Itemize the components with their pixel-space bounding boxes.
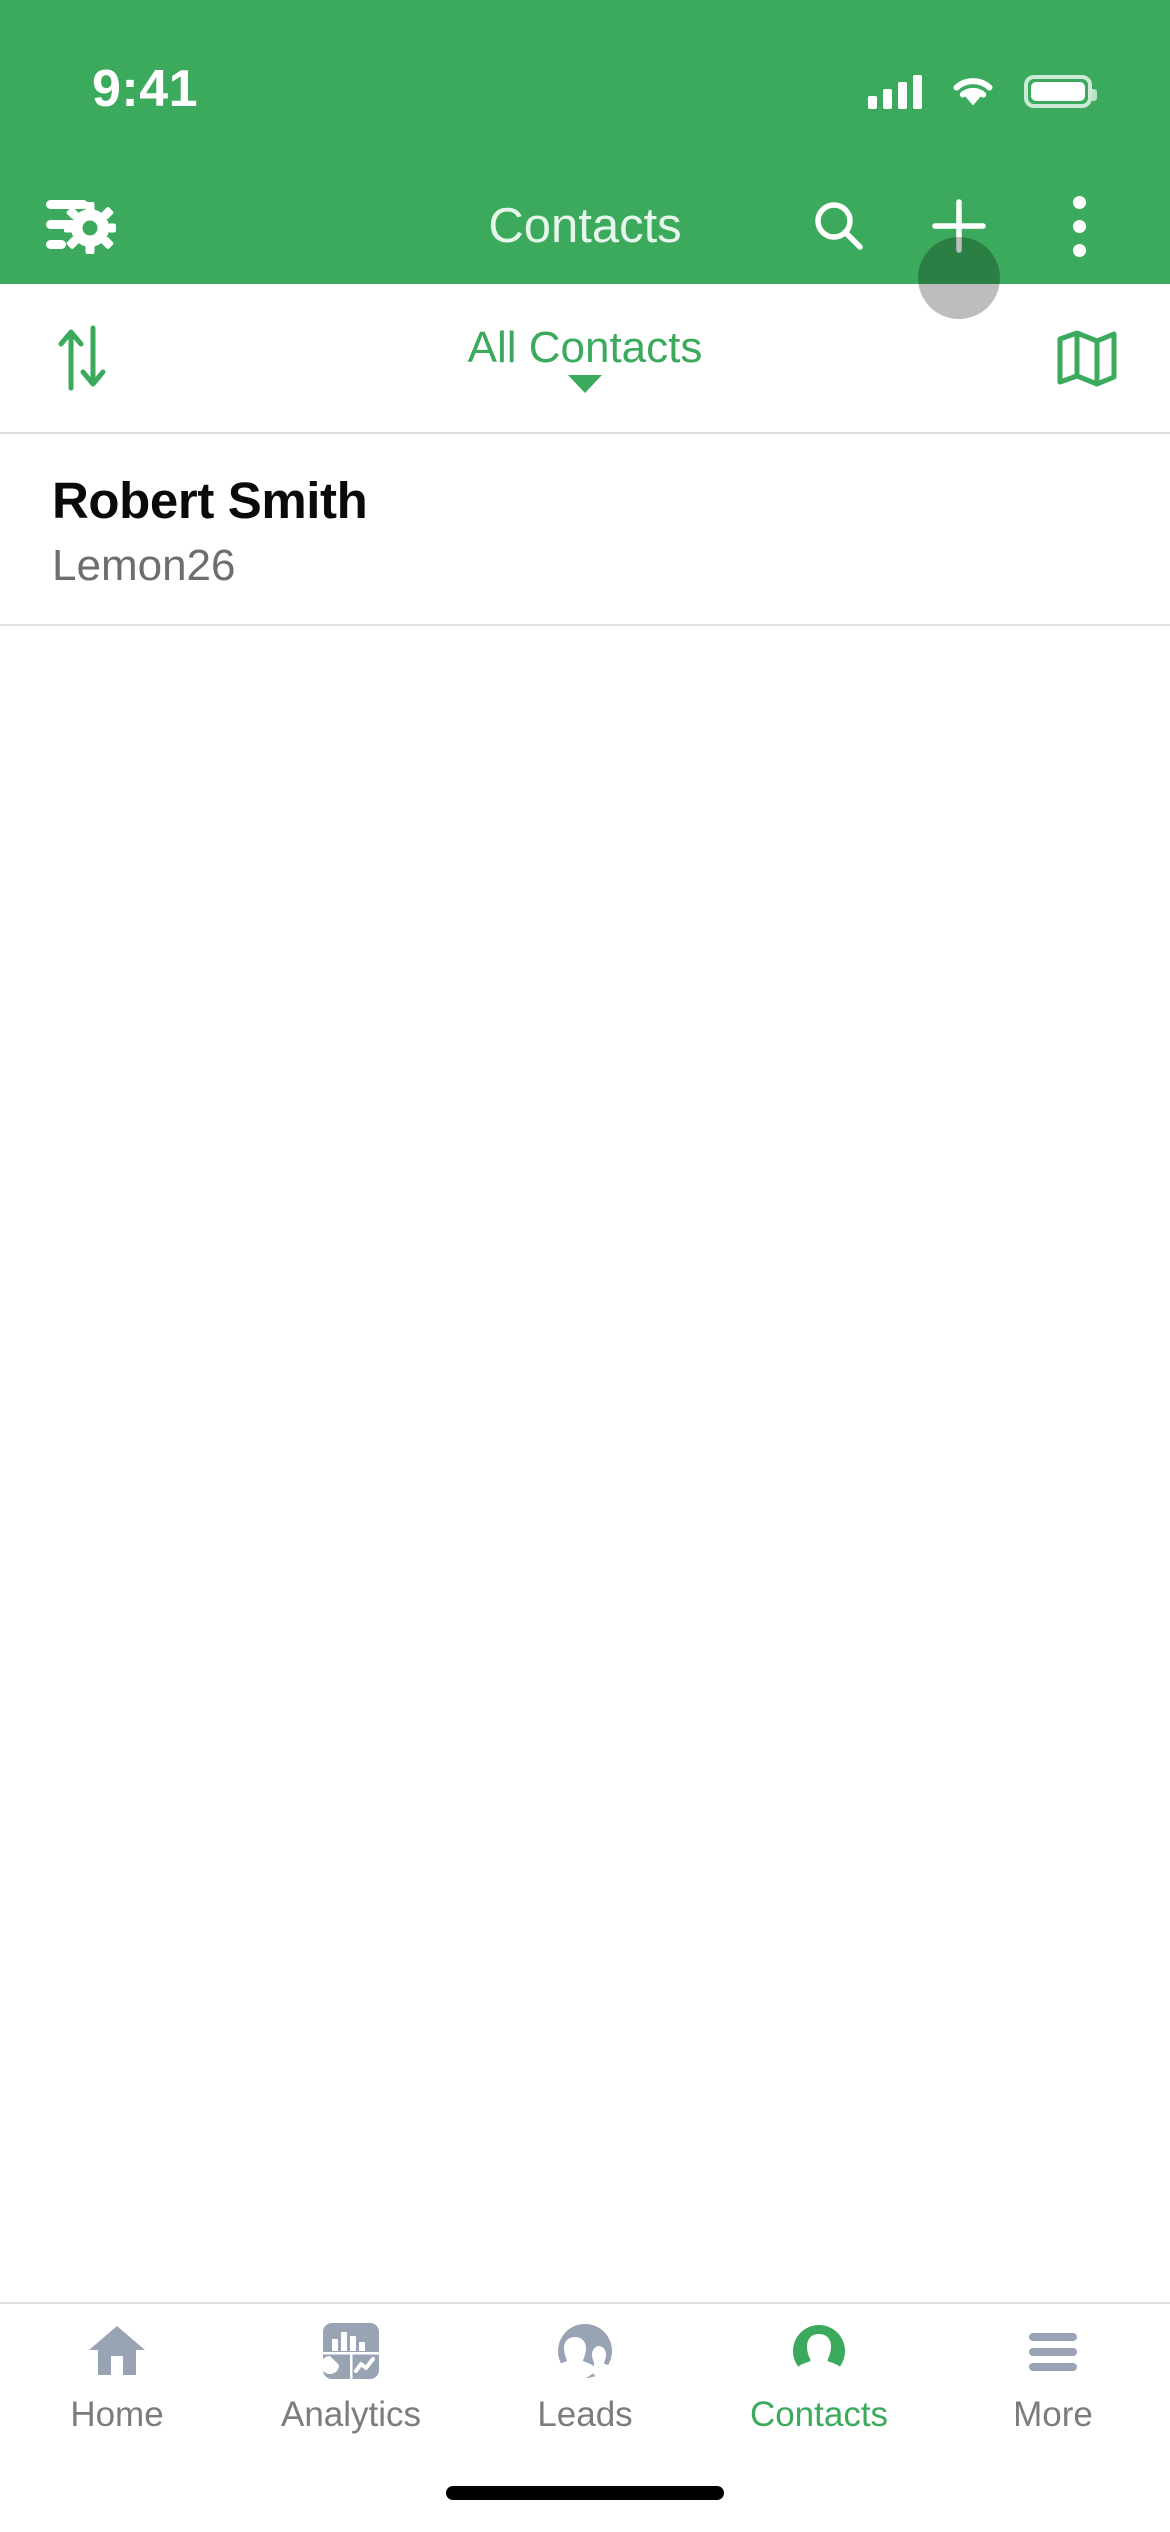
contacts-view-selector[interactable]: All Contacts xyxy=(0,323,1170,393)
tab-label-leads: Leads xyxy=(537,2395,633,2434)
sort-arrows-icon xyxy=(58,325,106,391)
status-bar-clock: 9:41 xyxy=(92,60,199,118)
tab-contacts[interactable]: Contacts xyxy=(702,2320,936,2435)
app-bar-actions xyxy=(796,183,1122,319)
tab-more[interactable]: More xyxy=(936,2320,1170,2435)
phone-screen: 9:41 Contacts All Contacts Robert Smith … xyxy=(0,0,1170,2532)
search-icon xyxy=(815,202,863,250)
leads-people-icon xyxy=(555,2320,615,2382)
filter-bar: All Contacts xyxy=(0,284,1170,434)
filter-settings-icon xyxy=(46,200,116,254)
wifi-icon xyxy=(953,78,993,106)
more-vertical-icon xyxy=(1072,195,1086,257)
home-indicator[interactable] xyxy=(446,2486,724,2500)
home-icon xyxy=(87,2320,147,2382)
overflow-menu-button[interactable] xyxy=(1036,183,1122,269)
sort-button[interactable] xyxy=(52,322,162,394)
hamburger-menu-icon xyxy=(1023,2320,1083,2382)
contacts-list: Robert Smith Lemon26 xyxy=(0,434,1170,2302)
contact-name: Robert Smith xyxy=(52,472,368,529)
map-view-button[interactable] xyxy=(1056,329,1118,387)
tab-home[interactable]: Home xyxy=(0,2320,234,2435)
analytics-dashboard-icon xyxy=(321,2320,381,2382)
tab-label-contacts: Contacts xyxy=(749,2395,889,2434)
tab-label-home: Home xyxy=(70,2395,164,2434)
contact-subtitle: Lemon26 xyxy=(52,541,236,591)
battery-icon xyxy=(1024,74,1097,108)
cellular-signal-icon xyxy=(868,73,922,109)
contact-list-item[interactable]: Robert Smith Lemon26 xyxy=(0,434,1170,627)
status-bar-icons xyxy=(868,73,1097,109)
app-bar: Contacts xyxy=(0,168,1170,319)
contacts-view-label: All Contacts xyxy=(467,323,703,372)
contact-person-icon xyxy=(789,2320,849,2382)
home-indicator-area xyxy=(0,2454,1170,2532)
filter-settings-button[interactable] xyxy=(44,194,154,258)
tab-leads[interactable]: Leads xyxy=(468,2320,702,2435)
touch-ripple-indicator xyxy=(918,237,1000,319)
bottom-tab-bar: Home Analytics Leads Contacts More xyxy=(0,2302,1170,2454)
map-icon xyxy=(1057,330,1117,387)
tab-label-analytics: Analytics xyxy=(280,2395,422,2434)
add-contact-button[interactable] xyxy=(916,183,1002,319)
search-button[interactable] xyxy=(796,183,882,269)
chevron-down-icon xyxy=(568,375,602,393)
tab-analytics[interactable]: Analytics xyxy=(234,2320,468,2435)
status-bar: 9:41 xyxy=(0,0,1170,168)
tab-label-more: More xyxy=(1013,2395,1093,2434)
